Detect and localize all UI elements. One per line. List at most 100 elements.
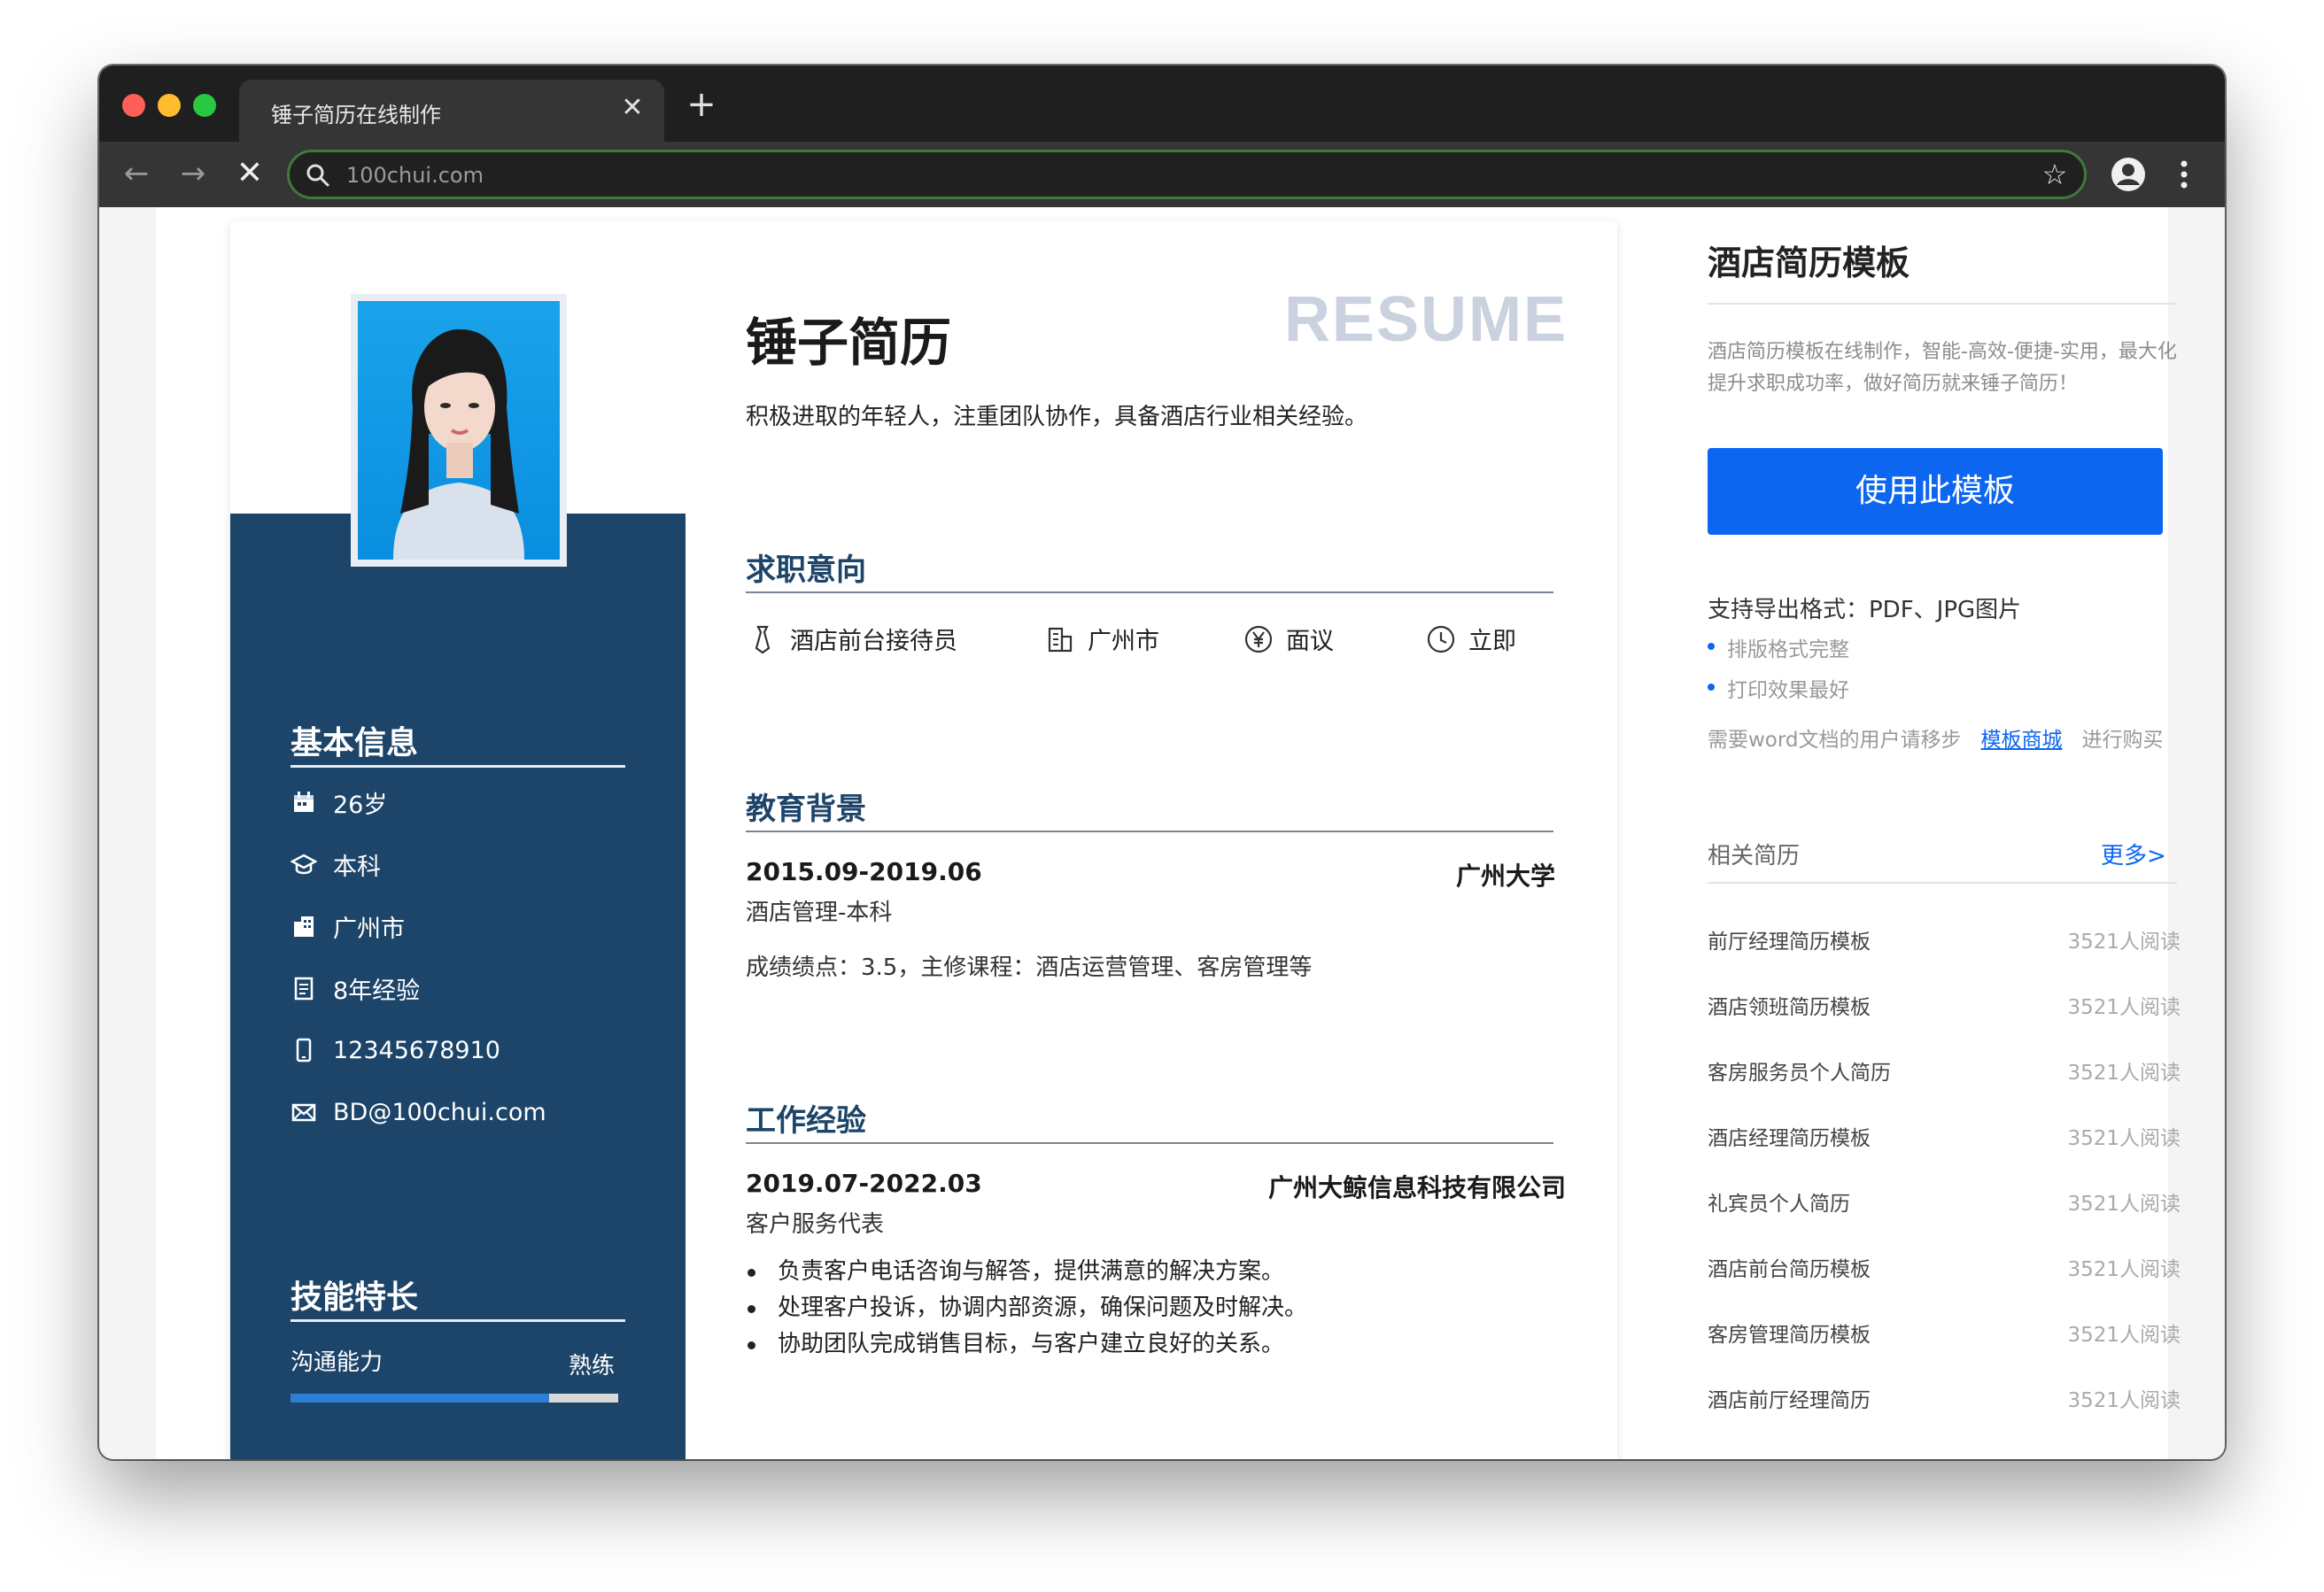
info-email-text: BD@100chui.com [333,1098,546,1126]
related-item[interactable]: 酒店前厅经理简历 3521人阅读 [1708,1383,2181,1418]
tab-bar: 锤子简历在线制作 ✕ + [99,66,2225,142]
skill-level: 熟练 [569,1353,616,1379]
intent-position: 酒店前台接待员 [748,622,957,656]
mail-icon [291,1103,316,1122]
building-icon [294,916,314,937]
related-item-name[interactable]: 酒店前台简历模板 [1708,1252,1871,1282]
portrait-illustration [393,328,524,560]
use-template-button[interactable]: 使用此模板 [1708,448,2163,535]
related-item-reads: 3521人阅读 [2067,1062,2181,1085]
related-item-reads: 3521人阅读 [2067,1324,2181,1347]
more-menu-icon[interactable] [2173,156,2195,193]
related-item-reads: 3521人阅读 [2067,1258,2181,1281]
related-item-name[interactable]: 客房服务员个人简历 [1708,1055,1891,1086]
back-button[interactable]: ← [117,154,156,193]
phone-icon [296,1038,312,1063]
related-item[interactable]: 酒店领班简历模板 3521人阅读 [1708,990,2181,1025]
related-item-reads: 3521人阅读 [2067,1193,2181,1216]
related-item-reads: 3521人阅读 [2067,996,2181,1019]
word-note: 需要word文档的用户请移步 模板商城 进行购买 [1708,723,2164,753]
new-tab-button[interactable]: + [684,85,719,124]
related-item-name[interactable]: 酒店领班简历模板 [1708,990,1871,1020]
work-role: 客户服务代表 [746,1211,885,1238]
export-formats: 支持导出格式：PDF、JPG图片 [1708,597,2022,623]
skill-progress-bar [290,1394,618,1403]
profile-photo [351,294,567,567]
work-company: 广州大鲸信息科技有限公司 [1268,1173,1567,1202]
related-item[interactable]: 礼宾员个人简历 3521人阅读 [1708,1186,2181,1222]
close-window-button[interactable] [122,94,145,117]
info-education-text: 本科 [333,853,381,881]
profile-icon[interactable] [2110,156,2147,193]
office-building-icon [1048,627,1073,652]
intent-start: 立即 [1426,622,1516,656]
bookmark-star-icon[interactable]: ☆ [2040,159,2070,189]
minimize-window-button[interactable] [158,94,181,117]
template-description: 酒店简历模板在线制作，智能-高效-便捷-实用，最大化提升求职成功率，做好简历就来… [1708,341,2177,395]
template-title: 酒店简历模板 [1708,243,1910,282]
education-school: 广州大学 [1456,862,1556,891]
info-age: 26岁 [290,784,387,820]
related-item-name[interactable]: 礼宾员个人简历 [1708,1186,1850,1217]
intent-salary-text: 面议 [1286,628,1334,655]
work-bullet: 协助团队完成销售目标，与客户建立良好的关系。 [746,1326,1307,1363]
work-bullet: 处理客户投诉，协调内部资源，确保问题及时解决。 [746,1290,1307,1326]
more-link[interactable]: 更多> [2101,838,2166,870]
info-email: BD@100chui.com [290,1094,546,1130]
url-text[interactable]: 100chui.com [346,163,484,188]
tab-close-icon[interactable]: ✕ [616,92,648,124]
intent-start-text: 立即 [1468,628,1516,655]
related-item[interactable]: 客房管理简历模板 3521人阅读 [1708,1318,2181,1353]
feature-item: 打印效果最好 [1708,673,1849,703]
feature-item: 排版格式完整 [1708,632,1849,662]
browser-tab[interactable]: 锤子简历在线制作 ✕ [239,80,664,142]
education-period: 2015.09-2019.06 [746,857,982,886]
info-city-text: 广州市 [333,915,405,943]
maximize-window-button[interactable] [193,94,216,117]
work-bullet: 负责客户电话咨询与解答，提供满意的解决方案。 [746,1254,1307,1290]
related-item-name[interactable]: 酒店前厅经理简历 [1708,1383,1871,1413]
page-content: RESUME 锤子简历 积极进取的年轻人，注重团队协作，具备酒店行业相关经验。 … [156,207,2181,1459]
info-age-text: 26岁 [333,791,388,819]
related-item[interactable]: 酒店经理简历模板 3521人阅读 [1708,1121,2181,1156]
info-phone-text: 12345678910 [333,1036,500,1064]
template-store-link[interactable]: 模板商城 [1981,723,2063,753]
document-icon [294,977,314,1001]
skills-title: 技能特长 [290,1279,419,1316]
info-education: 本科 [290,846,381,882]
work-bullets: 负责客户电话咨询与解答，提供满意的解决方案。 处理客户投诉，协调内部资源，确保问… [746,1254,1307,1363]
info-phone: 12345678910 [290,1032,500,1068]
calendar-icon [294,792,314,812]
education-major: 酒店管理-本科 [746,900,893,926]
info-experience-text: 8年经验 [333,977,421,1005]
tie-icon [755,625,771,653]
related-item[interactable]: 前厅经理简历模板 3521人阅读 [1708,924,2181,960]
related-item-reads: 3521人阅读 [2067,931,2181,954]
stop-loading-button[interactable]: ✕ [230,154,269,193]
work-period: 2019.07-2022.03 [746,1169,982,1198]
related-item-name[interactable]: 客房管理简历模板 [1708,1318,1871,1348]
info-city: 广州市 [290,908,405,944]
page-viewport: RESUME 锤子简历 积极进取的年轻人，注重团队协作，具备酒店行业相关经验。 … [99,207,2225,1459]
related-item-name[interactable]: 前厅经理简历模板 [1708,924,1871,954]
resume-preview[interactable]: RESUME 锤子简历 积极进取的年轻人，注重团队协作，具备酒店行业相关经验。 … [230,221,1617,1459]
info-experience: 8年经验 [290,970,420,1006]
yen-coin-icon [1244,625,1273,653]
related-item-name[interactable]: 酒店经理简历模板 [1708,1121,1871,1151]
related-item-reads: 3521人阅读 [2067,1389,2181,1412]
word-note-prefix: 需要word文档的用户请移步 [1708,729,1962,752]
search-icon [306,164,329,187]
intent-rule [746,591,1553,593]
resume-intro: 积极进取的年轻人，注重团队协作，具备酒店行业相关经验。 [746,404,1368,430]
browser-toolbar: ← → ✕ 100chui.com ☆ [99,142,2225,207]
forward-button[interactable]: → [174,154,213,193]
skill-progress-fill [290,1394,550,1403]
resume-name: 锤子简历 [746,313,952,373]
skill-label: 沟通能力 [290,1349,383,1376]
intent-city-text: 广州市 [1088,628,1159,655]
related-item[interactable]: 酒店前台简历模板 3521人阅读 [1708,1252,2181,1287]
address-bar[interactable]: 100chui.com ☆ [287,150,2087,199]
clock-icon [1427,625,1455,653]
related-item-reads: 3521人阅读 [2067,1127,2181,1150]
related-item[interactable]: 客房服务员个人简历 3521人阅读 [1708,1055,2181,1091]
